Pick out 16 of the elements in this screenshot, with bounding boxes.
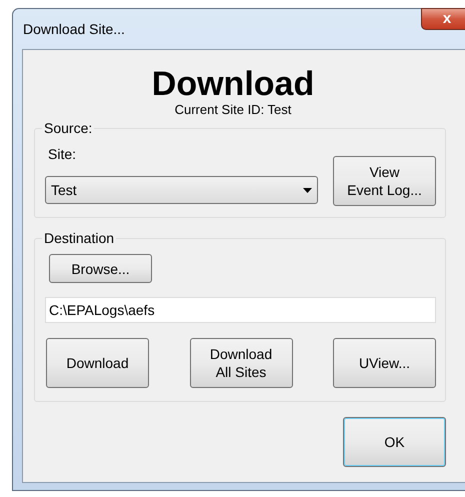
site-label: Site: xyxy=(48,146,76,162)
action-button[interactable]: Download xyxy=(46,338,149,388)
action-button[interactable]: Download All Sites xyxy=(190,338,292,388)
dialog-heading: Download xyxy=(152,66,314,102)
view-event-log-button[interactable]: View Event Log... xyxy=(333,156,436,206)
dropdown-arrow-icon xyxy=(303,188,312,192)
source-label: Source: xyxy=(42,120,94,136)
site-dropdown[interactable]: Test xyxy=(45,176,318,204)
browse-button[interactable]: Browse... xyxy=(49,254,152,283)
window-title: Download Site... xyxy=(23,20,125,39)
close-button[interactable]: x xyxy=(421,8,465,30)
action-button[interactable]: UView... xyxy=(333,338,436,388)
ok-button[interactable]: OK xyxy=(343,417,446,467)
destination-label: Destination xyxy=(42,230,116,246)
site-id-text: Current Site ID: Test xyxy=(174,102,292,118)
path-field[interactable]: C:\EPALogs\aefs xyxy=(45,297,436,323)
